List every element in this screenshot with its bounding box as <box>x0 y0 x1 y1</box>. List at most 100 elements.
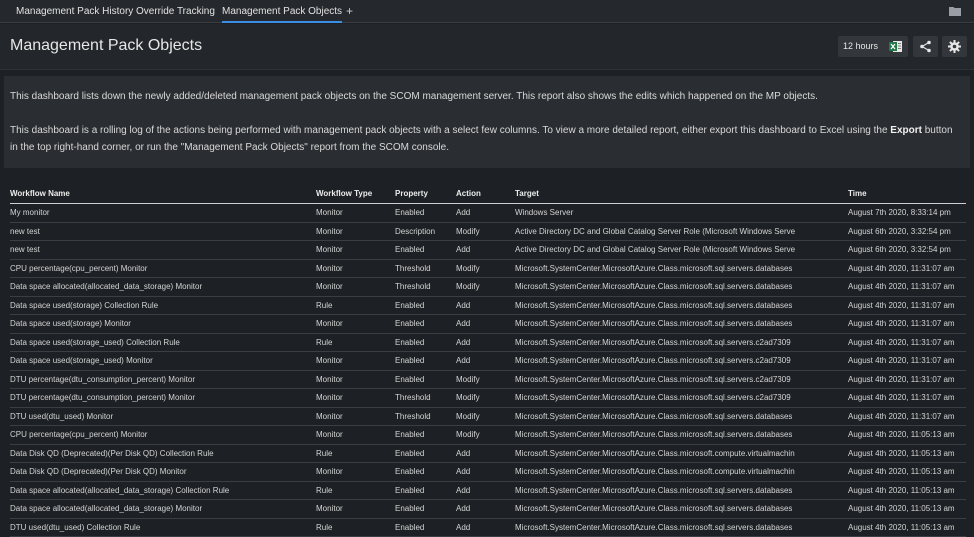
column-header-time[interactable]: Time <box>848 189 966 198</box>
table-row[interactable]: Data Disk QD (Deprecated)(Per Disk QD) C… <box>10 445 966 464</box>
table-row[interactable]: Data space used(storage) Monitor Monitor E… <box>10 315 966 334</box>
action-cell: Add <box>456 356 511 365</box>
time-cell: August 4th 2020, 11:31:07 am <box>848 375 966 384</box>
table-row[interactable]: Data space allocated(allocated_data_stor… <box>10 500 966 519</box>
table-row[interactable]: Data space used(storage_used) Collection… <box>10 334 966 353</box>
time-cell: August 4th 2020, 11:31:07 am <box>848 319 966 328</box>
description-paragraph-2: This dashboard is a rolling log of the a… <box>10 122 960 156</box>
property-cell: Enabled <box>395 208 453 217</box>
target-cell: Microsoft.SystemCenter.MicrosoftAzure.Cl… <box>515 467 795 476</box>
time-cell: August 4th 2020, 11:05:13 am <box>848 467 966 476</box>
property-cell: Threshold <box>395 412 453 421</box>
table-row[interactable]: CPU percentage(cpu_percent) MonitorMonit… <box>10 260 966 279</box>
target-cell: Microsoft.SystemCenter.MicrosoftAzure.Cl… <box>515 375 795 384</box>
workflow-name-cell: new test <box>10 245 310 254</box>
table-row[interactable]: Data space used(storage) Collection Rule… <box>10 297 966 316</box>
column-header-workflow-type[interactable]: Workflow Type <box>316 189 391 198</box>
workflow-name-cell: Data space allocated(allocated_data_stor… <box>10 486 310 495</box>
add-tab-button[interactable]: + <box>346 0 353 23</box>
workflow-type-cell: Monitor <box>316 430 391 439</box>
tab-bar: Management Pack History Override Trackin… <box>0 0 974 23</box>
table-row[interactable]: DTU used(dtu_used) Collection Rule Rule En… <box>10 519 966 537</box>
workflow-name-cell: Data space used(storage_used) Monitor <box>10 356 310 365</box>
workflow-name-cell: DTU percentage(dtu_consumption_percent) … <box>10 393 310 402</box>
target-cell: Active Directory DC and Global Catalog S… <box>515 245 795 254</box>
target-cell: Microsoft.SystemCenter.MicrosoftAzure.Cl… <box>515 412 795 421</box>
workflow-name-cell: DTU used(dtu_used) Monitor <box>10 412 310 421</box>
export-button[interactable]: 12 hours <box>838 36 908 57</box>
time-cell: August 4th 2020, 11:31:07 am <box>848 393 966 402</box>
target-cell: Microsoft.SystemCenter.MicrosoftAzure.Cl… <box>515 449 795 458</box>
property-cell: Enabled <box>395 504 453 513</box>
action-cell: Add <box>456 319 511 328</box>
property-cell: Enabled <box>395 486 453 495</box>
workflow-type-cell: Rule <box>316 301 391 310</box>
table-row[interactable]: Data space allocated(allocated_data_stor… <box>10 278 966 297</box>
table-row[interactable]: Data Disk QD (Deprecated)(Per Disk QD) M… <box>10 463 966 482</box>
folder-icon[interactable] <box>949 6 961 16</box>
target-cell: Microsoft.SystemCenter.MicrosoftAzure.Cl… <box>515 486 795 495</box>
target-cell: Windows Server <box>515 208 795 217</box>
column-header-workflow-name[interactable]: Workflow Name <box>10 189 310 198</box>
property-cell: Enabled <box>395 523 453 532</box>
property-cell: Enabled <box>395 338 453 347</box>
time-range-label: 12 hours <box>843 41 878 51</box>
action-cell: Add <box>456 301 511 310</box>
time-cell: August 4th 2020, 11:31:07 am <box>848 412 966 421</box>
table-row[interactable]: DTU percentage(dtu_consumption_percent) … <box>10 389 966 408</box>
workflow-type-cell: Monitor <box>316 282 391 291</box>
target-cell: Microsoft.SystemCenter.MicrosoftAzure.Cl… <box>515 356 795 365</box>
table-row[interactable]: new testMonitorEnabledAddActive Director… <box>10 241 966 260</box>
tab-override-tracking[interactable]: Override Tracking <box>136 0 215 23</box>
workflow-name-cell: DTU used(dtu_used) Collection Rule <box>10 523 310 532</box>
time-cell: August 4th 2020, 11:05:13 am <box>848 430 966 439</box>
target-cell: Microsoft.SystemCenter.MicrosoftAzure.Cl… <box>515 319 795 328</box>
property-cell: Enabled <box>395 319 453 328</box>
time-cell: August 6th 2020, 3:32:54 pm <box>848 245 966 254</box>
column-header-property[interactable]: Property <box>395 189 453 198</box>
workflow-type-cell: Monitor <box>316 319 391 328</box>
table-row[interactable]: DTU used(dtu_used) MonitorMonitorThresho… <box>10 408 966 427</box>
time-cell: August 4th 2020, 11:05:13 am <box>848 523 966 532</box>
table-row[interactable]: Data space allocated(allocated_data_stor… <box>10 482 966 501</box>
workflow-type-cell: Rule <box>316 523 391 532</box>
table-body: My monitorMonitorEnabledAddWindows Serve… <box>10 204 966 537</box>
target-cell: Microsoft.SystemCenter.MicrosoftAzure.Cl… <box>515 430 795 439</box>
action-cell: Modify <box>456 393 511 402</box>
share-button[interactable] <box>913 36 938 57</box>
gear-icon <box>948 40 961 53</box>
property-cell: Enabled <box>395 245 453 254</box>
table-row[interactable]: Data space used(storage_used) MonitorMon… <box>10 352 966 371</box>
action-cell: Add <box>456 523 511 532</box>
table-row[interactable]: CPU percentage(cpu_percent) MonitorMonit… <box>10 426 966 445</box>
action-cell: Add <box>456 486 511 495</box>
time-cell: August 6th 2020, 3:32:54 pm <box>848 227 966 236</box>
target-cell: Microsoft.SystemCenter.MicrosoftAzure.Cl… <box>515 393 795 402</box>
target-cell: Microsoft.SystemCenter.MicrosoftAzure.Cl… <box>515 523 795 532</box>
table-row[interactable]: new testMonitorDescriptionModifyActive D… <box>10 223 966 242</box>
target-cell: Microsoft.SystemCenter.MicrosoftAzure.Cl… <box>515 301 795 310</box>
target-cell: Microsoft.SystemCenter.MicrosoftAzure.Cl… <box>515 264 795 273</box>
action-cell: Modify <box>456 375 511 384</box>
tab-management-pack-objects[interactable]: Management Pack Objects <box>222 0 342 23</box>
excel-icon <box>889 40 902 53</box>
column-header-action[interactable]: Action <box>456 189 511 198</box>
property-cell: Enabled <box>395 467 453 476</box>
workflow-type-cell: Rule <box>316 338 391 347</box>
settings-button[interactable] <box>942 36 967 57</box>
description-panel: This dashboard lists down the newly adde… <box>4 76 970 168</box>
workflow-type-cell: Monitor <box>316 264 391 273</box>
time-cell: August 4th 2020, 11:31:07 am <box>848 301 966 310</box>
workflow-name-cell: new test <box>10 227 310 236</box>
time-cell: August 7th 2020, 8:33:14 pm <box>848 208 966 217</box>
action-cell: Modify <box>456 264 511 273</box>
table-row[interactable]: My monitorMonitorEnabledAddWindows Serve… <box>10 204 966 223</box>
property-cell: Enabled <box>395 430 453 439</box>
table-row[interactable]: DTU percentage(dtu_consumption_percent) … <box>10 371 966 390</box>
property-cell: Threshold <box>395 282 453 291</box>
action-cell: Add <box>456 208 511 217</box>
column-header-target[interactable]: Target <box>515 189 795 198</box>
workflow-name-cell: Data space used(storage) Monitor <box>10 319 310 328</box>
tab-management-pack-history[interactable]: Management Pack History <box>16 0 133 23</box>
action-cell: Modify <box>456 227 511 236</box>
